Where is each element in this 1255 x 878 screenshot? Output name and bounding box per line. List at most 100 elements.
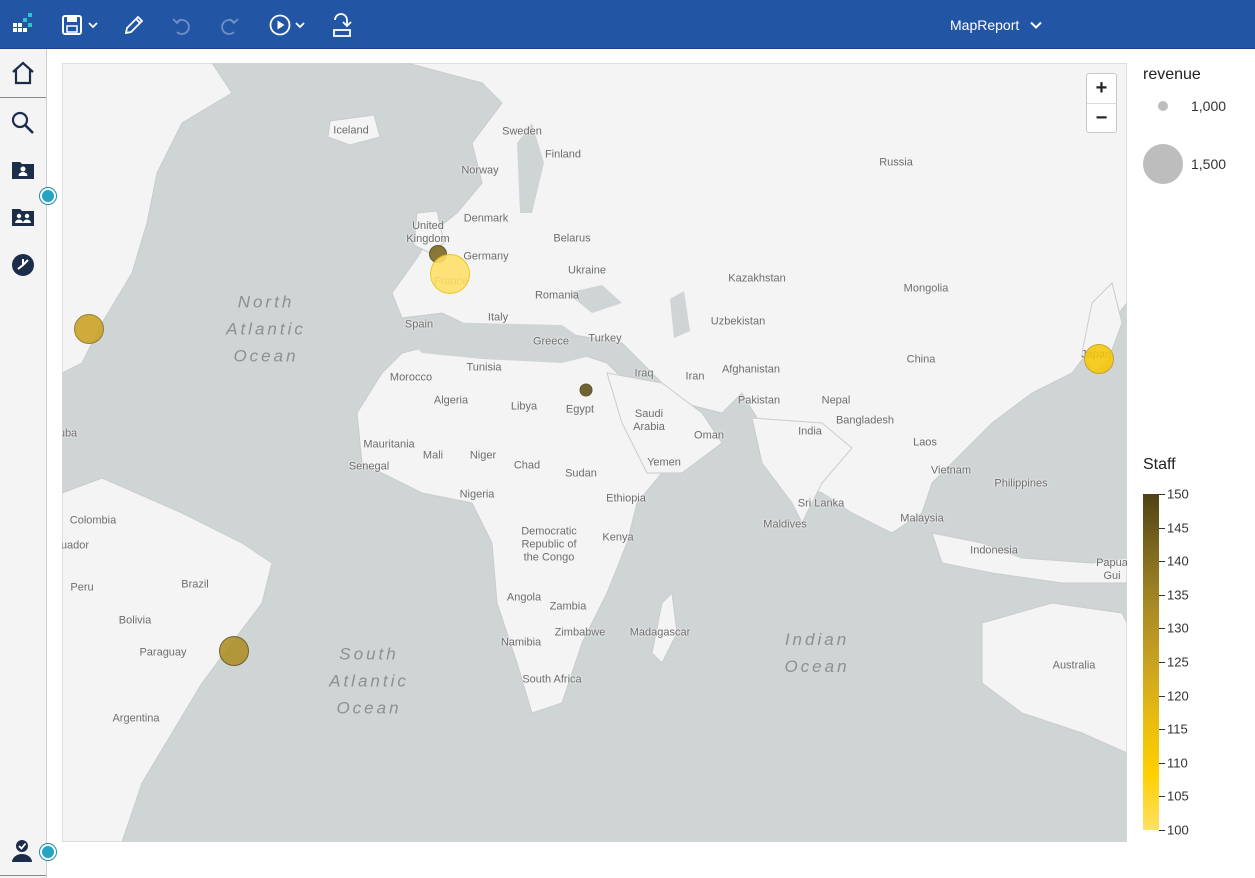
country-label: Norway [461,164,499,177]
size-legend-title: revenue [1143,66,1201,83]
country-label: Vietnam [930,464,972,477]
color-legend-tick [1159,729,1165,730]
country-label: China [906,353,936,366]
ocean-label: Indian Ocean [784,630,850,676]
country-label: Philippines [994,477,1048,490]
zoom-out-button[interactable]: − [1087,104,1116,133]
color-legend-tick [1159,796,1165,797]
color-legend-tick [1159,830,1165,831]
country-label: Uzbekistan [710,315,766,328]
color-legend-tick-label: 150 [1167,486,1189,502]
country-label: Kazakhstan [728,272,786,285]
country-label: Zambia [549,600,587,613]
data-bubble[interactable] [74,314,104,344]
country-label: Democratic Republic of the Congo [521,525,577,564]
country-label: Tunisia [466,361,502,374]
country-label: Spain [404,318,434,331]
country-label: Bangladesh [835,414,895,427]
country-label: Ethiopia [606,492,646,505]
zoom-in-button[interactable]: + [1087,74,1116,103]
color-legend-tick-label: 135 [1167,587,1189,603]
country-label: uba [62,427,78,440]
country-label: Zimbabwe [554,626,606,639]
app-grid-icon[interactable] [10,12,36,38]
redo-icon[interactable] [216,12,242,38]
size-legend-large-dot [1143,144,1183,184]
country-label: Nepal [821,394,851,407]
country-label: Laos [913,436,937,449]
country-label: Italy [487,311,509,324]
data-bubble[interactable] [579,383,593,397]
color-legend-tick [1159,595,1165,596]
country-label: Pakistan [737,394,781,407]
report-title: MapReport [950,17,1020,33]
country-label: Sudan [565,467,597,480]
data-bubble[interactable] [1084,344,1114,374]
country-label: Denmark [463,212,509,225]
ocean-label: North Atlantic Ocean [226,292,306,366]
my-content-folder-icon[interactable] [0,148,46,192]
country-label: Colombia [69,514,117,527]
color-legend-tick-label: 105 [1167,788,1189,804]
chevron-down-icon [1030,21,1042,29]
color-legend-tick [1159,561,1165,562]
country-label: Niger [469,449,497,462]
world-basemap [62,63,1127,842]
country-label: Mali [422,449,444,462]
color-legend-title: Staff [1143,456,1176,473]
country-label: Papua Gui [1096,557,1127,582]
country-label: Madagascar [629,626,691,639]
color-legend-gradient-bar [1143,494,1159,830]
country-label: Romania [534,289,580,302]
country-label: uador [62,539,90,552]
country-label: Iran [685,370,705,383]
country-label: Belarus [553,232,591,245]
country-label: Namibia [500,636,542,649]
recent-icon[interactable] [0,243,46,287]
side-navigation [0,49,56,878]
color-legend-tick [1159,763,1165,764]
ocean-label: South Atlantic Ocean [329,644,409,718]
country-label: Paraguay [139,646,187,659]
chevron-down-icon [295,22,305,29]
share-export-icon[interactable] [329,12,355,38]
country-label: Sweden [502,125,542,138]
country-label: Yemen [647,456,681,469]
run-play-icon[interactable] [265,12,309,38]
country-label: Malaysia [900,512,944,525]
country-label: Kenya [602,531,634,544]
country-label: Greece [532,335,570,348]
country-label: Russia [879,156,913,169]
home-icon[interactable] [0,51,46,95]
sidebar-divider [0,875,46,876]
save-icon[interactable] [58,12,102,38]
country-label: Afghanistan [721,363,781,376]
country-label: Sri Lanka [797,497,845,510]
notification-badge [40,844,56,860]
search-icon[interactable] [0,101,46,145]
country-label: Turkey [588,332,622,345]
color-legend-tick [1159,696,1165,697]
color-legend-tick-label: 130 [1167,620,1189,636]
country-label: Indonesia [970,544,1018,557]
chevron-down-icon [88,22,98,29]
color-legend-tick-label: 115 [1167,721,1188,737]
country-label: Finland [544,148,582,161]
country-label: Libya [510,400,538,413]
data-bubble[interactable] [219,636,249,666]
country-label: India [798,425,822,438]
report-title-menu[interactable]: MapReport [950,14,1043,36]
color-legend-tick [1159,494,1165,495]
size-legend-small-label: 1,000 [1191,98,1227,114]
edit-pencil-icon[interactable] [121,12,147,38]
color-legend-tick-label: 120 [1167,688,1189,704]
country-label: Argentina [112,712,160,725]
color-legend-tick-label: 125 [1167,654,1189,670]
zoom-control: + − [1086,73,1117,133]
undo-icon[interactable] [169,12,195,38]
team-content-folder-icon[interactable] [0,195,46,239]
data-bubble[interactable] [430,254,470,294]
country-label: United Kingdom [406,220,450,245]
map-canvas[interactable]: Iceland Sweden Finland Norway Russia Denmark U… [62,63,1127,842]
country-label: Iceland [333,124,369,137]
